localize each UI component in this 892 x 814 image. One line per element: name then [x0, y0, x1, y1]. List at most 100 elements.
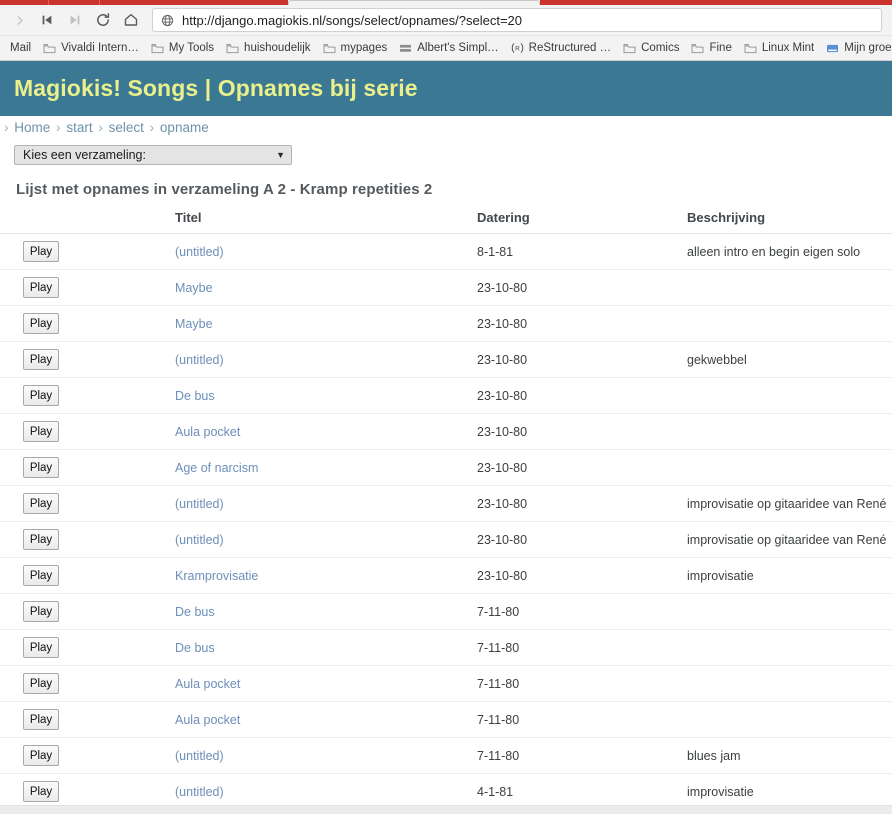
reload-icon[interactable] — [90, 8, 116, 32]
cell-datering: 23-10-80 — [477, 522, 687, 558]
play-button[interactable]: Play — [23, 385, 59, 406]
cell-beschrijving — [687, 414, 892, 450]
play-button[interactable]: Play — [23, 241, 59, 262]
breadcrumb-item-select[interactable]: select — [109, 120, 144, 135]
titel-link[interactable]: (untitled) — [175, 353, 224, 367]
globe-icon — [161, 14, 174, 27]
titel-link[interactable]: (untitled) — [175, 245, 224, 259]
cell-datering: 23-10-80 — [477, 378, 687, 414]
play-button[interactable]: Play — [23, 421, 59, 442]
browser-tab[interactable] — [100, 0, 288, 5]
titel-link[interactable]: De bus — [175, 389, 215, 403]
fast-forward-to-end-icon[interactable] — [62, 8, 88, 32]
play-button[interactable]: Play — [23, 781, 59, 802]
browser-chrome: http://django.magiokis.nl/songs/select/o… — [0, 0, 892, 61]
column-header-beschrijving: Beschrijving — [687, 208, 892, 234]
cell-play: Play — [0, 378, 175, 414]
titel-link[interactable]: De bus — [175, 641, 215, 655]
collection-select-label: Kies een verzameling: — [23, 148, 146, 162]
cell-titel: Aula pocket — [175, 666, 477, 702]
bookmarks-bar[interactable]: Mail Vivaldi Intern… My Tools huishoudel… — [0, 35, 892, 60]
breadcrumb-item-start[interactable]: start — [66, 120, 92, 135]
breadcrumb-item-home[interactable]: Home — [14, 120, 50, 135]
bookmark-comics[interactable]: Comics — [617, 40, 685, 56]
titel-link[interactable]: Maybe — [175, 281, 213, 295]
cell-beschrijving: improvisatie op gitaaridee van René — [687, 522, 892, 558]
folder-icon — [623, 43, 636, 54]
browser-toolbar: http://django.magiokis.nl/songs/select/o… — [0, 5, 892, 35]
cell-play: Play — [0, 342, 175, 378]
cell-titel: Aula pocket — [175, 414, 477, 450]
table-row: Play(untitled)23-10-80gekwebbel — [0, 342, 892, 378]
browser-tab-active[interactable] — [288, 0, 541, 5]
cell-datering: 7-11-80 — [477, 630, 687, 666]
cell-titel: Kramprovisatie — [175, 558, 477, 594]
table-row: PlayKramprovisatie23-10-80improvisatie — [0, 558, 892, 594]
table-row: PlayMaybe23-10-80 — [0, 270, 892, 306]
opnames-table: Titel Datering Beschrijving Play(untitle… — [0, 208, 892, 814]
bookmark-mijn-groepen[interactable]: Mijn groepen … — [820, 40, 892, 56]
titel-link[interactable]: Maybe — [175, 317, 213, 331]
collection-select[interactable]: Kies een verzameling: ▼ — [14, 145, 292, 165]
bookmark-label: Mijn groepen … — [844, 42, 892, 54]
play-button[interactable]: Play — [23, 745, 59, 766]
tab-strip[interactable] — [0, 0, 892, 5]
bookmark-fine[interactable]: Fine — [685, 40, 737, 56]
bookmark-label: Fine — [709, 42, 731, 54]
browser-tab[interactable] — [0, 0, 48, 5]
bookmark-alberts-simpl[interactable]: Albert's Simpl… — [393, 40, 504, 56]
bookmark-mypages[interactable]: mypages — [317, 40, 394, 56]
play-button[interactable]: Play — [23, 493, 59, 514]
cell-titel: De bus — [175, 594, 477, 630]
rewind-to-start-icon[interactable] — [34, 8, 60, 32]
cell-datering: 23-10-80 — [477, 486, 687, 522]
bookmark-label: mypages — [341, 42, 388, 54]
titel-link[interactable]: (untitled) — [175, 533, 224, 547]
bookmark-linux-mint[interactable]: Linux Mint — [738, 40, 820, 56]
titel-link[interactable]: Aula pocket — [175, 677, 240, 691]
play-button[interactable]: Play — [23, 673, 59, 694]
play-button[interactable]: Play — [23, 457, 59, 478]
bookmark-my-tools[interactable]: My Tools — [145, 40, 220, 56]
table-row: PlayAula pocket7-11-80 — [0, 702, 892, 738]
play-button[interactable]: Play — [23, 349, 59, 370]
play-button[interactable]: Play — [23, 601, 59, 622]
titel-link[interactable]: Aula pocket — [175, 713, 240, 727]
forward-icon[interactable] — [6, 8, 32, 32]
bookmark-huishoudelijk[interactable]: huishoudelijk — [220, 40, 317, 56]
cell-titel: (untitled) — [175, 738, 477, 774]
cell-beschrijving — [687, 306, 892, 342]
titel-link[interactable]: (untitled) — [175, 497, 224, 511]
play-button[interactable]: Play — [23, 565, 59, 586]
play-button[interactable]: Play — [23, 709, 59, 730]
cell-datering: 23-10-80 — [477, 450, 687, 486]
play-button[interactable]: Play — [23, 637, 59, 658]
folder-icon — [226, 43, 239, 54]
cell-beschrijving — [687, 594, 892, 630]
browser-tab[interactable] — [540, 0, 892, 5]
titel-link[interactable]: Age of narcism — [175, 461, 258, 475]
play-button[interactable]: Play — [23, 313, 59, 334]
cell-beschrijving: improvisatie op gitaaridee van René — [687, 486, 892, 522]
address-bar[interactable]: http://django.magiokis.nl/songs/select/o… — [152, 8, 882, 32]
cell-titel: De bus — [175, 378, 477, 414]
browser-tab[interactable] — [49, 0, 99, 5]
play-button[interactable]: Play — [23, 529, 59, 550]
play-button[interactable]: Play — [23, 277, 59, 298]
bookmark-vivaldi-internal[interactable]: Vivaldi Intern… — [37, 40, 145, 56]
cell-play: Play — [0, 522, 175, 558]
titel-link[interactable]: (untitled) — [175, 785, 224, 799]
bookmark-mail[interactable]: Mail — [4, 40, 37, 56]
bookmark-restructured[interactable]: R ReStructured … — [505, 40, 617, 56]
table-row: PlayAula pocket23-10-80 — [0, 414, 892, 450]
titel-link[interactable]: De bus — [175, 605, 215, 619]
breadcrumb-item-opname[interactable]: opname — [160, 120, 209, 135]
cell-play: Play — [0, 702, 175, 738]
home-icon[interactable] — [118, 8, 144, 32]
chevron-down-icon: ▼ — [276, 151, 285, 160]
titel-link[interactable]: Aula pocket — [175, 425, 240, 439]
folder-icon — [691, 43, 704, 54]
titel-link[interactable]: (untitled) — [175, 749, 224, 763]
titel-link[interactable]: Kramprovisatie — [175, 569, 258, 583]
cell-titel: (untitled) — [175, 234, 477, 270]
